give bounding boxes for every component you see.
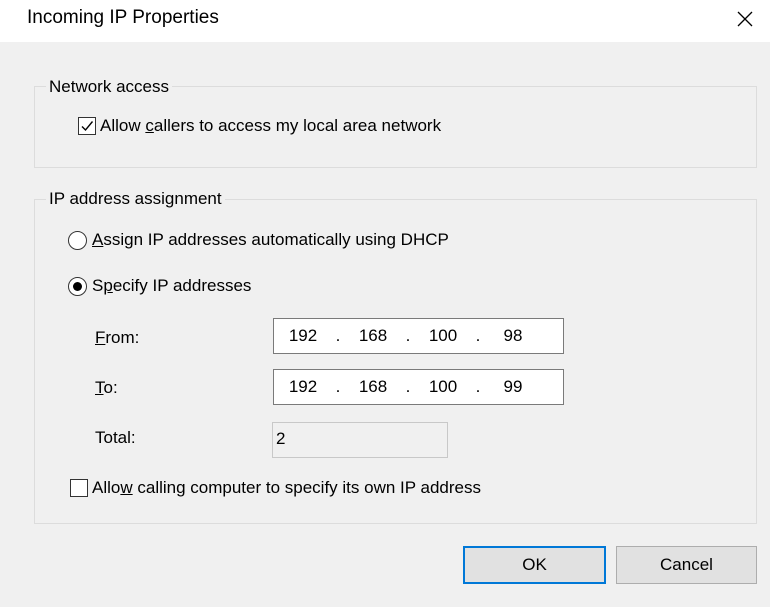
from-ip-input[interactable]: 192 . 168 . 100 . 98 <box>273 318 564 354</box>
ip-assignment-legend: IP address assignment <box>46 189 225 209</box>
close-button[interactable] <box>728 4 762 34</box>
allow-lan-label: Allow callers to access my local area ne… <box>100 116 442 135</box>
from-octet-1[interactable]: 192 <box>274 326 332 346</box>
allow-specify-checkbox-row[interactable]: Allow calling computer to specify its ow… <box>70 478 481 498</box>
allow-lan-checkbox[interactable] <box>78 117 96 135</box>
to-octet-2[interactable]: 168 <box>344 377 402 397</box>
to-label: To: <box>95 378 118 397</box>
radio-selected-dot <box>73 281 82 291</box>
close-icon <box>737 11 753 27</box>
dhcp-label: Assign IP addresses automatically using … <box>92 230 449 249</box>
dialog-title: Incoming IP Properties <box>27 7 219 28</box>
to-octet-1[interactable]: 192 <box>274 377 332 397</box>
allow-specify-checkbox[interactable] <box>70 479 88 497</box>
from-octet-3[interactable]: 100 <box>414 326 472 346</box>
from-octet-2[interactable]: 168 <box>344 326 402 346</box>
to-octet-4[interactable]: 99 <box>484 377 542 397</box>
to-ip-input[interactable]: 192 . 168 . 100 . 99 <box>273 369 564 405</box>
checkmark-icon <box>81 121 94 132</box>
allow-lan-checkbox-row[interactable]: Allow callers to access my local area ne… <box>78 116 441 136</box>
dhcp-radio[interactable] <box>68 230 87 250</box>
dhcp-radio-row[interactable]: Assign IP addresses automatically using … <box>68 230 449 250</box>
network-access-legend: Network access <box>46 77 172 97</box>
specify-radio[interactable] <box>68 276 87 296</box>
ok-button[interactable]: OK <box>463 546 606 584</box>
total-label: Total: <box>95 428 136 447</box>
title-bar: Incoming IP Properties <box>0 0 770 42</box>
specify-label: Specify IP addresses <box>92 276 252 295</box>
from-label: From: <box>95 328 140 347</box>
allow-specify-label: Allow calling computer to specify its ow… <box>92 478 481 497</box>
cancel-button[interactable]: Cancel <box>616 546 757 584</box>
from-octet-4[interactable]: 98 <box>484 326 542 346</box>
specify-radio-row[interactable]: Specify IP addresses <box>68 276 251 296</box>
total-field: 2 <box>272 422 448 458</box>
to-octet-3[interactable]: 100 <box>414 377 472 397</box>
